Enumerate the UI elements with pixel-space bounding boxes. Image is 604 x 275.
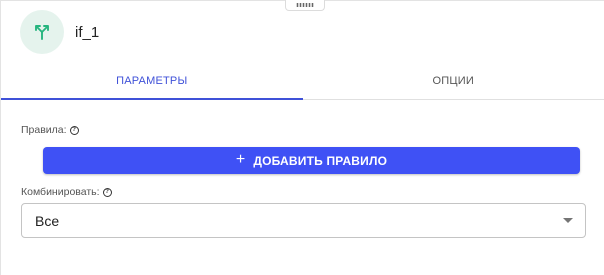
tab-bar: ПАРАМЕТРЫ ОПЦИИ	[1, 63, 604, 100]
node-settings-panel: if_1 ПАРАМЕТРЫ ОПЦИИ Правила: ? + ДОБАВИ…	[0, 0, 604, 275]
rules-label: Правила:	[21, 124, 67, 136]
help-icon[interactable]: ?	[69, 125, 79, 135]
combine-select-value: Все	[35, 212, 60, 229]
plus-icon: +	[235, 151, 246, 168]
node-header: if_1	[1, 1, 604, 63]
add-rule-button-label: ДОБАВИТЬ ПРАВИЛО	[253, 153, 388, 168]
chevron-down-icon	[563, 218, 573, 223]
rules-label-row: Правила: ?	[21, 124, 79, 136]
branch-split-icon	[20, 10, 64, 54]
node-title[interactable]: if_1	[75, 24, 99, 41]
tab-parameters[interactable]: ПАРАМЕТРЫ	[1, 63, 303, 100]
combine-label-row: Комбинировать: ?	[21, 186, 112, 198]
help-icon[interactable]: ?	[102, 187, 112, 197]
add-rule-button[interactable]: + ДОБАВИТЬ ПРАВИЛО	[43, 147, 580, 174]
combine-select[interactable]: Все	[21, 203, 586, 238]
combine-label: Комбинировать:	[21, 186, 100, 198]
tab-options[interactable]: ОПЦИИ	[303, 63, 604, 99]
